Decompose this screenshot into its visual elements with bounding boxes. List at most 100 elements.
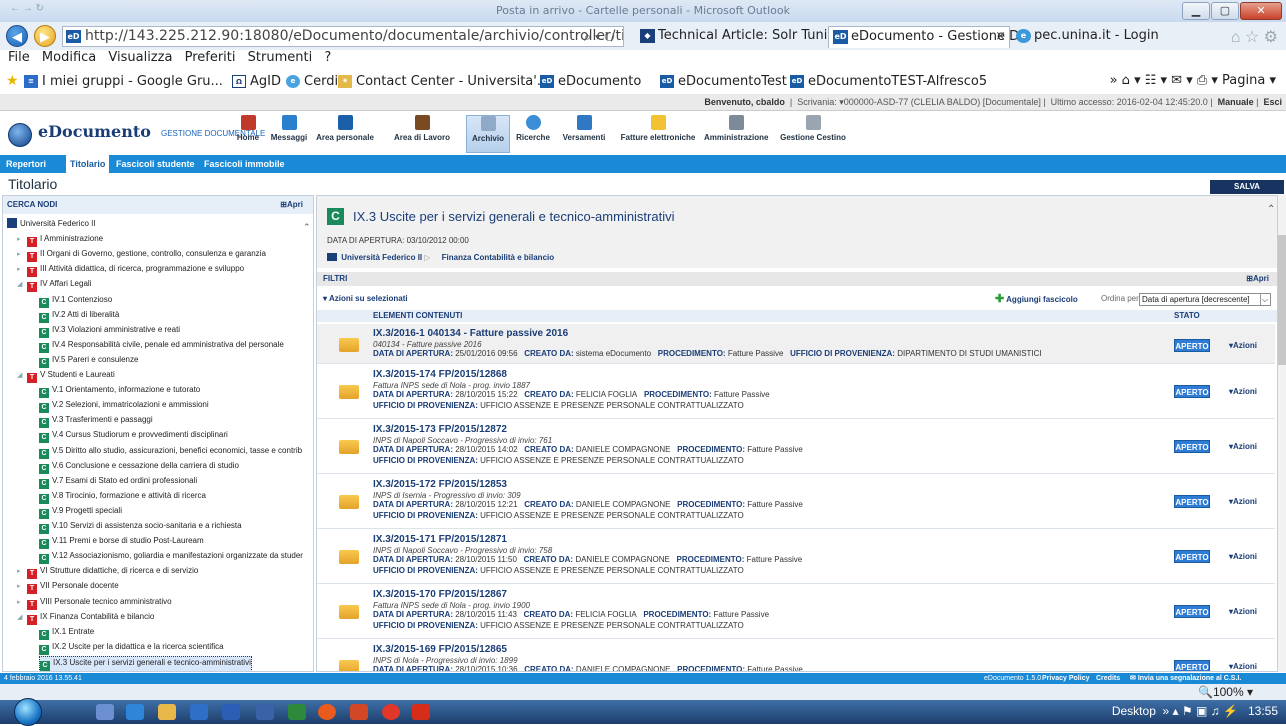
tree-node[interactable]: C V.9 Progetti speciali	[39, 505, 122, 519]
tree-node[interactable]: ▸ T I Amministrazione	[17, 233, 103, 248]
tab-pec-unina[interactable]: e pec.unina.it - Login	[1012, 26, 1172, 48]
fascicolo-row[interactable]: IX.3/2015-169 FP/2015/12865 INPS di Nola …	[317, 640, 1275, 671]
azioni-dropdown[interactable]: ▾Azioni	[1229, 552, 1257, 561]
fascicolo-code[interactable]: IX.3/2015-174 FP/2015/12868	[373, 369, 507, 380]
taskbar-firefox-icon[interactable]	[318, 704, 336, 720]
expand-icon[interactable]: ▸	[17, 249, 27, 261]
breadcrumb-universita[interactable]: Università Federico II	[341, 253, 422, 262]
menu-visualizza[interactable]: Visualizza	[108, 50, 172, 65]
menu-modifica[interactable]: Modifica	[42, 50, 96, 65]
filtri-bar[interactable]: FILTRI ⊞Apri	[317, 272, 1277, 286]
azioni-dropdown[interactable]: ▾Azioni	[1229, 497, 1257, 506]
fascicolo-row[interactable]: IX.3/2015-172 FP/2015/12853 INPS di Isern…	[317, 475, 1275, 529]
taskbar-opera-icon[interactable]	[382, 704, 400, 720]
azioni-dropdown[interactable]: ▾Azioni	[1229, 341, 1257, 350]
page-scrollbar[interactable]	[1278, 195, 1286, 672]
tree-scroll-up-icon[interactable]: ⌃	[303, 222, 311, 233]
expand-icon[interactable]: ▸	[17, 566, 27, 578]
menu-preferiti[interactable]: Preferiti	[185, 50, 236, 65]
toolbar-archivio[interactable]: Archivio	[466, 115, 510, 153]
clock[interactable]: 13:55	[1248, 704, 1278, 718]
forward-button[interactable]: ▶	[34, 25, 56, 47]
tree-node[interactable]: ◢ T IV Affari Legali	[17, 278, 91, 293]
tree-node[interactable]: ▸ T VII Personale docente	[17, 580, 119, 595]
azioni-su-selezionati[interactable]: ▾ Azioni su selezionati	[323, 290, 408, 308]
menu-file[interactable]: File	[8, 50, 30, 65]
tree-node[interactable]: C V.8 Tirocinio, formazione e attività di…	[39, 490, 206, 504]
tree-node[interactable]: C IV.2 Atti di liberalità	[39, 309, 119, 323]
esci-link[interactable]: Esci	[1263, 97, 1282, 107]
credits-link[interactable]: Credits	[1096, 673, 1120, 684]
taskbar-word-icon[interactable]	[222, 704, 240, 720]
fascicolo-row[interactable]: IX.3/2015-171 FP/2015/12871 INPS di Napol…	[317, 530, 1275, 584]
toolbar-home[interactable]: Home	[232, 115, 264, 153]
zoom-control[interactable]: 🔍100% ▾	[1198, 684, 1253, 700]
tree-node[interactable]: C V.2 Selezioni, immatricolazioni e ammis…	[39, 399, 209, 414]
menu-help[interactable]: ?	[324, 50, 331, 65]
fav-edocumento[interactable]: eD eDocumento	[540, 74, 641, 89]
browser-home-fav-settings-icons[interactable]: ⌂ ☆ ⚙	[1231, 27, 1278, 47]
fav-cerdi[interactable]: e Cerdi	[286, 74, 338, 89]
toolbar-area-personale[interactable]: Area personale	[312, 115, 378, 153]
tab-close-icon[interactable]: ×	[995, 27, 1006, 47]
filtri-apri[interactable]: ⊞Apri	[1246, 272, 1269, 286]
minimize-button[interactable]: ▁	[1182, 2, 1210, 20]
toolbar-gestione-cestino[interactable]: Gestione Cestino	[778, 115, 848, 153]
fascicolo-code[interactable]: IX.3/2015-172 FP/2015/12853	[373, 479, 507, 490]
tree-node[interactable]: C IX.2 Uscite per la didattica e la ricer…	[39, 641, 224, 655]
toolbar-ricerche[interactable]: Ricerche	[512, 115, 554, 153]
subnav-fascicoli-studente[interactable]: Fascicoli studente	[116, 155, 195, 173]
taskbar-powerpoint-icon[interactable]	[350, 704, 368, 720]
favorites-star-icon[interactable]: ★	[6, 73, 19, 89]
azioni-dropdown[interactable]: ▾Azioni	[1229, 387, 1257, 396]
subnav-fascicoli-immobile[interactable]: Fascicoli immobile	[204, 155, 285, 173]
tree-node[interactable]: C V.1 Orientamento, informazione e tutora…	[39, 384, 200, 399]
fascicolo-code[interactable]: IX.3/2016-1 040134 - Fatture passive 201…	[373, 328, 568, 339]
expand-icon[interactable]: ▸	[17, 581, 27, 593]
toolbar-versamenti[interactable]: Versamenti	[558, 115, 610, 153]
toolbar-fatture-elettroniche[interactable]: Fatture elettroniche	[616, 115, 700, 153]
panel-scroll-up-icon[interactable]: ⌃	[1267, 204, 1275, 215]
taskbar-show-desktop-icon[interactable]	[96, 704, 114, 720]
toolbar-messaggi[interactable]: Messaggi	[268, 115, 310, 153]
fav-edocumentotest-alfresco5[interactable]: eD eDocumentoTEST-Alfresco5	[790, 74, 987, 89]
privacy-policy-link[interactable]: Privacy Policy	[1042, 673, 1089, 684]
fascicolo-code[interactable]: IX.3/2015-169 FP/2015/12865	[373, 644, 507, 655]
menu-strumenti[interactable]: Strumenti	[248, 50, 313, 65]
tab-edocumento[interactable]: eD eDocumento - Gestione D... ×	[828, 26, 1032, 48]
tree-node[interactable]: C V.5 Diritto allo studio, assicurazioni,…	[39, 445, 302, 459]
azioni-dropdown[interactable]: ▾Azioni	[1229, 662, 1257, 671]
tree-node[interactable]: C V.12 Associazionismo, goliardia e manif…	[39, 550, 303, 565]
taskbar-outlook-icon[interactable]	[190, 704, 208, 720]
tree-node[interactable]: C IX.1 Entrate	[39, 626, 94, 640]
tree-node[interactable]: C IV.5 Pareri e consulenze	[39, 354, 138, 368]
fascicolo-row[interactable]: IX.3/2015-174 FP/2015/12868 Fattura INPS …	[317, 365, 1275, 419]
url-actions-icons[interactable]: ⌕ ▾ ↻	[584, 26, 615, 47]
tree-node[interactable]: Università Federico II	[7, 218, 96, 230]
tree-node[interactable]: C V.6 Conclusione e cessazione della carr…	[39, 460, 239, 474]
tree-node[interactable]: ◢ T IX Finanza Contabilità e bilancio	[17, 611, 154, 625]
scrollbar-thumb[interactable]	[1278, 235, 1286, 365]
tree-node[interactable]: CIX.4 Rendicontazioni	[39, 671, 125, 672]
app-logo[interactable]: eDocumento GESTIONE DOCUMENTALE	[8, 121, 265, 147]
aggiungi-fascicolo-button[interactable]: ✚ Aggiungi fascicolo	[995, 290, 1078, 309]
apri-toggle[interactable]: ⊞Apri	[280, 196, 303, 213]
taskbar-excel-icon[interactable]	[288, 704, 306, 720]
expand-icon[interactable]: ▸	[17, 597, 27, 609]
collapse-icon[interactable]: ◢	[17, 612, 27, 624]
segnalazione-link[interactable]: ✉ Invia una segnalazione al C.S.I.	[1130, 673, 1241, 684]
tree-node[interactable]: C V.4 Cursus Studiorum e provvedimenti di…	[39, 429, 228, 444]
fascicolo-code[interactable]: IX.3/2015-170 FP/2015/12867	[373, 589, 507, 600]
tree-node[interactable]: ▸ T VI Strutture didattiche, di ricerca e …	[17, 565, 198, 580]
tree-node[interactable]: ◢ T V Studenti e Laureati	[17, 369, 115, 383]
expand-icon[interactable]: ▸	[17, 234, 27, 246]
tree-node[interactable]: C V.11 Premi e borse di studio Post-Laure…	[39, 535, 204, 550]
manuale-link[interactable]: Manuale	[1218, 97, 1254, 107]
azioni-dropdown[interactable]: ▾Azioni	[1229, 607, 1257, 616]
tree-node[interactable]: C IV.1 Contenzioso	[39, 294, 112, 308]
taskbar-acrobat-icon[interactable]	[412, 704, 430, 720]
fav-edocumentotest[interactable]: eD eDocumentoTest	[660, 74, 787, 89]
tree-node-selected[interactable]: C IX.3 Uscite per i servizi generali e te…	[39, 655, 252, 671]
tree-node[interactable]: ▸ T III Attività didattica, di ricerca, pr…	[17, 263, 244, 278]
tree-node[interactable]: C V.10 Servizi di assistenza socio-sanita…	[39, 520, 242, 534]
